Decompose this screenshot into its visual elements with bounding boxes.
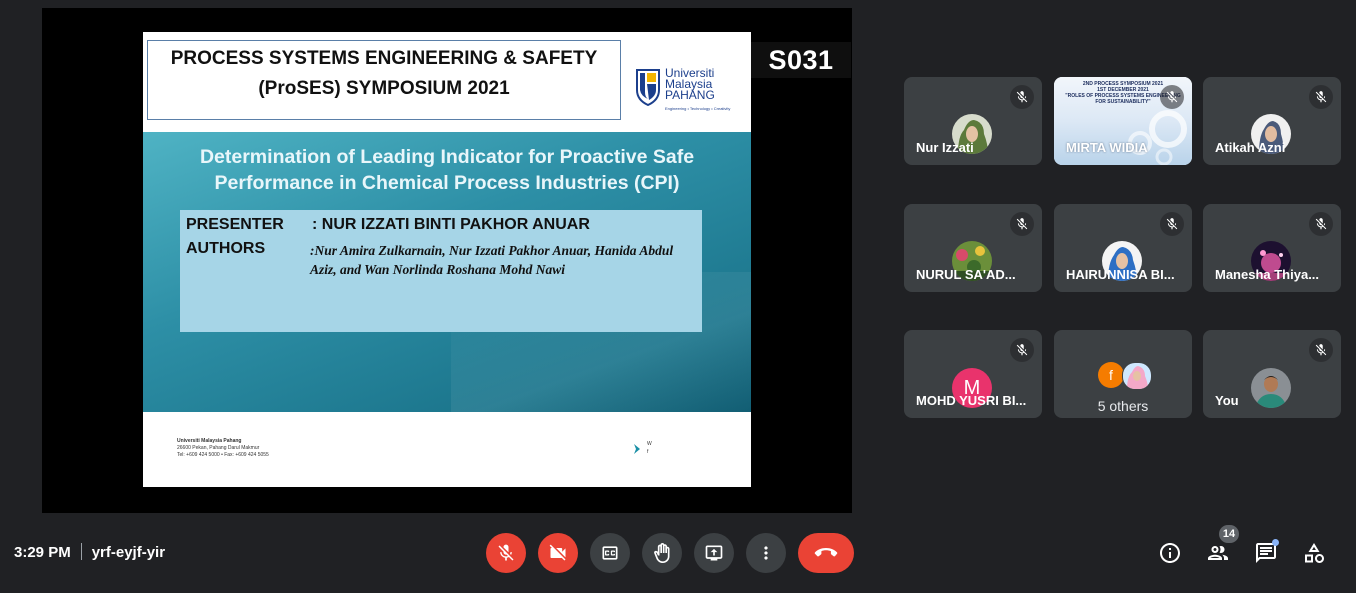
mic-off-icon	[1315, 344, 1327, 356]
avatar-photo	[1123, 363, 1151, 389]
others-avatars: f	[1098, 362, 1152, 390]
authors-row: AUTHORS	[186, 240, 312, 258]
people-icon	[1208, 546, 1228, 560]
toggle-mic-button[interactable]	[486, 533, 526, 573]
mic-off-icon	[1016, 91, 1028, 103]
others-tile[interactable]: f 5 others	[1054, 330, 1192, 418]
more-vert-icon	[764, 546, 768, 560]
ump-logo-line3: PAHANG	[665, 88, 715, 102]
info-icon	[1160, 543, 1180, 563]
presenter-info-box: PRESENTER : NUR IZZATI BINTI PAKHOR ANUAR…	[180, 210, 702, 332]
chevron-right-icon	[634, 444, 640, 454]
symposium-title-line2: (ProSES) SYMPOSIUM 2021	[258, 78, 510, 99]
footer-contact: Tel: +609 424 5000 • Fax: +609 424 5055	[177, 452, 269, 458]
call-end-icon	[814, 548, 838, 557]
mic-off-icon	[498, 544, 514, 561]
captions-button[interactable]	[590, 533, 630, 573]
people-button[interactable]	[1206, 541, 1230, 565]
present-now-button[interactable]	[694, 533, 734, 573]
activities-button[interactable]	[1302, 541, 1326, 565]
mic-off-indicator	[1160, 212, 1184, 236]
ump-shield-icon	[636, 69, 660, 106]
avatar	[1122, 362, 1152, 390]
mic-off-indicator	[1309, 85, 1333, 109]
participant-tile[interactable]: Manesha Thiya...	[1203, 204, 1341, 292]
camera-off-icon	[549, 544, 566, 561]
participant-name: Nur Izzati	[916, 140, 974, 155]
avatar: f	[1098, 362, 1124, 388]
leave-call-button[interactable]	[798, 533, 854, 573]
presenter-row: PRESENTER : NUR IZZATI BINTI PAKHOR ANUAR	[186, 216, 590, 234]
mic-off-icon	[1016, 218, 1028, 230]
ump-logo-tagline: Engineering • Technology • Creativity	[665, 106, 731, 111]
participant-tile-self[interactable]: You	[1203, 330, 1341, 418]
footer-org: Universiti Malaysia Pahang	[177, 438, 242, 444]
people-count-badge: 14	[1219, 525, 1239, 543]
present-screen-icon	[705, 545, 723, 561]
meeting-info: 3:29 PM yrf-eyjf-yir	[14, 543, 165, 561]
participant-name: HAIRUNNISA BI...	[1066, 267, 1175, 282]
others-count-label: 5 others	[1097, 398, 1149, 414]
activities-icon	[1305, 543, 1324, 563]
participant-tile[interactable]: 2ND PROCESS SYMPOSIUM 2021 1ST DECEMBER …	[1054, 77, 1192, 165]
paper-title: Determination of Leading Indicator for P…	[143, 144, 751, 196]
mic-off-indicator	[1160, 85, 1184, 109]
participant-name: Manesha Thiya...	[1215, 267, 1320, 282]
meeting-details-button[interactable]	[1158, 541, 1182, 565]
mic-off-icon	[1315, 91, 1327, 103]
divider	[80, 543, 82, 560]
participant-tile[interactable]: HAIRUNNISA BI...	[1054, 204, 1192, 292]
slide-body: Determination of Leading Indicator for P…	[143, 132, 751, 412]
more-options-button[interactable]	[746, 533, 786, 573]
authors-value: :Nur Amira Zulkarnain, Nur Izzati Pakhor…	[310, 243, 674, 277]
paper-title-line2: Performance in Chemical Process Industri…	[214, 172, 680, 194]
footer-web-line2: f	[647, 449, 649, 455]
unread-indicator	[1272, 539, 1279, 546]
footer-web: W f	[647, 440, 652, 456]
mic-off-icon	[1315, 218, 1327, 230]
authors-label: AUTHORS	[186, 240, 266, 257]
avatar	[1251, 368, 1291, 408]
slide-header: PROCESS SYSTEMS ENGINEERING & SAFETY (Pr…	[143, 32, 751, 132]
mic-off-indicator	[1010, 212, 1034, 236]
symposium-title: PROCESS SYSTEMS ENGINEERING & SAFETY (Pr…	[147, 40, 621, 120]
meeting-time: 3:29 PM	[14, 544, 71, 561]
presenter-value: : NUR IZZATI BINTI PAKHOR ANUAR	[312, 216, 590, 233]
slide-footer: Universiti Malaysia Pahang 26600 Pekan, …	[143, 412, 751, 487]
presentation-stage: PROCESS SYSTEMS ENGINEERING & SAFETY (Pr…	[42, 8, 852, 513]
meeting-code: yrf-eyjf-yir	[91, 544, 166, 561]
mic-off-icon	[1166, 91, 1178, 103]
participant-tile[interactable]: Nur Izzati	[904, 77, 1042, 165]
mic-off-icon	[1166, 218, 1178, 230]
participant-name: NURUL SA'AD...	[916, 267, 1016, 282]
symposium-title-line1: PROCESS SYSTEMS ENGINEERING & SAFETY	[170, 48, 598, 69]
toggle-camera-button[interactable]	[538, 533, 578, 573]
footer-address: Universiti Malaysia Pahang 26600 Pekan, …	[177, 438, 269, 459]
participant-tile[interactable]: NURUL SA'AD...	[904, 204, 1042, 292]
mic-off-indicator	[1309, 338, 1333, 362]
avatar-photo	[1251, 368, 1291, 408]
mic-off-icon	[1016, 344, 1028, 356]
ump-logo-text: Universiti Malaysia PAHANG	[665, 67, 715, 102]
closed-captions-icon	[602, 546, 618, 560]
presentation-slide: PROCESS SYSTEMS ENGINEERING & SAFETY (Pr…	[143, 32, 751, 487]
participant-tile[interactable]: Atikah Azni	[1203, 77, 1341, 165]
footer-address-line: 26600 Pekan, Pahang Darul Makmur	[177, 445, 260, 451]
participant-tile[interactable]: M MOHD YUSRI BI...	[904, 330, 1042, 418]
mic-off-indicator	[1010, 85, 1034, 109]
participant-name: Atikah Azni	[1215, 140, 1286, 155]
gear-icon	[1128, 110, 1187, 165]
hand-icon	[654, 543, 670, 563]
session-code-badge: S031	[751, 42, 851, 78]
ump-logo: Universiti Malaysia PAHANG Engineering •…	[635, 66, 745, 118]
mic-off-indicator	[1309, 212, 1333, 236]
mic-off-indicator	[1010, 338, 1034, 362]
participant-name: MOHD YUSRI BI...	[916, 393, 1027, 408]
participant-name: You	[1215, 393, 1239, 408]
paper-title-line1: Determination of Leading Indicator for P…	[199, 146, 695, 168]
presenter-label: PRESENTER	[186, 216, 284, 233]
raise-hand-button[interactable]	[642, 533, 682, 573]
footer-web-line1: W	[647, 441, 652, 447]
participant-name: MIRTA WIDIA	[1066, 140, 1148, 155]
